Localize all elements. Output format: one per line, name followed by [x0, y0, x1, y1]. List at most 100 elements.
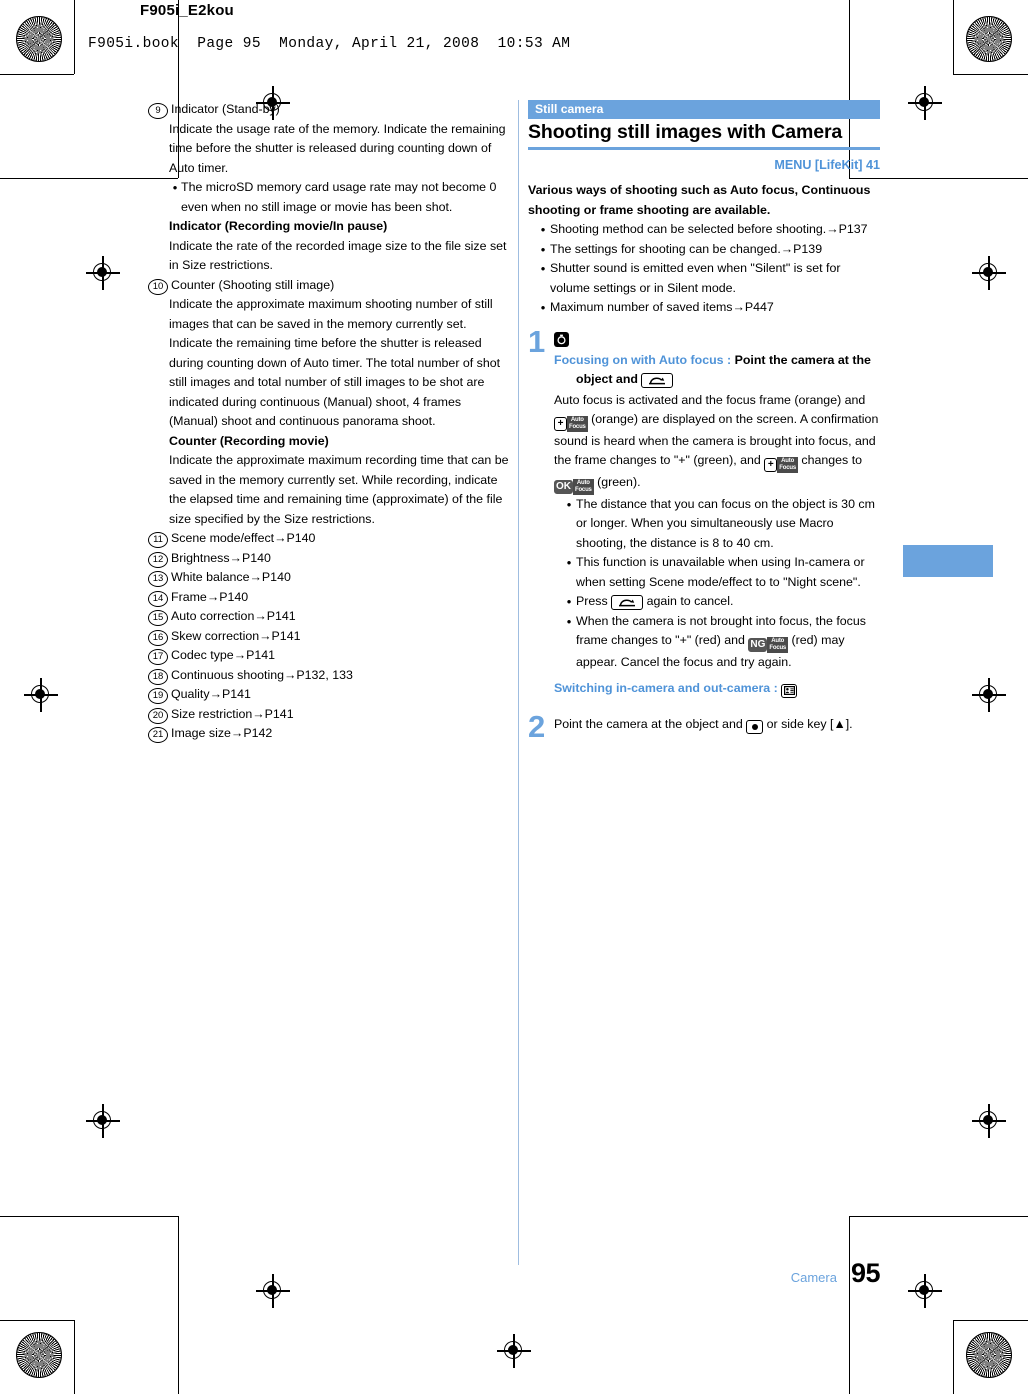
reference-item-text: Scene mode/effect→P140 [171, 529, 510, 549]
section-tag-bar: Still camera [528, 100, 880, 119]
reference-item-text: Continuous shooting→P132, 133 [171, 666, 510, 686]
reference-list: 11 Scene mode/effect→P140 12 Brightness→P14… [148, 529, 510, 744]
item-number-badge: 19 [148, 688, 168, 704]
step-number: 1 [528, 323, 546, 359]
reference-item-label: Scene mode/effect [171, 531, 275, 545]
reference-item: 19 Quality→P141 [148, 685, 510, 705]
switch-camera-label: Switching in-camera and out-camera : [554, 681, 778, 696]
item-number-badge: 18 [148, 668, 168, 685]
af-top-label-3: Auto [576, 479, 590, 486]
af-bottom-label-4: Focus [769, 644, 787, 651]
reference-item-page: P141 [264, 706, 294, 721]
page-content: 9 Indicator (Stand-by) Indicate the usag… [0, 0, 1028, 1394]
auto-focus-stack-3: Auto Focus [573, 478, 594, 495]
bullet-dot-icon: • [566, 613, 572, 629]
reference-item-page: P140 [261, 570, 291, 584]
bullet-text: Maximum number of saved items→P447 [550, 300, 774, 314]
step-body: Point the camera at the object and or si… [554, 713, 880, 735]
item-number-badge: 20 [148, 707, 168, 724]
section-tag-label: Still camera [528, 100, 611, 119]
reference-item-label: Continuous shooting [171, 667, 284, 682]
lead-paragraph: Various ways of shooting such as Auto fo… [528, 183, 871, 217]
list-item: 10 Counter (Shooting still image) [148, 276, 510, 296]
af-bottom-label-3: Focus [575, 486, 592, 493]
auto-focus-stack-4: Auto Focus [767, 636, 789, 653]
reference-item: 13 White balance→P140 [148, 568, 510, 588]
ok-key-label: OK [554, 479, 573, 494]
reference-item: 18 Continuous shooting→P132, 133 [148, 666, 510, 686]
bullet-text: Press again to cancel. [576, 592, 880, 612]
item-number-badge: 11 [148, 532, 168, 548]
bullet-dot-icon: • [540, 261, 546, 276]
bullet-dot-icon: • [566, 496, 572, 512]
bullet-text: Shooting method can be selected before s… [550, 222, 868, 236]
lead-bullet: • Shutter sound is emitted even when "Sil… [536, 259, 880, 298]
reference-item-text: White balance→P140 [171, 568, 510, 588]
item-number-badge: 12 [148, 551, 168, 568]
section-rule [528, 146, 880, 150]
page-title: Shooting still images with Camera [528, 121, 843, 143]
bullet-text: This function is unavailable when using … [576, 555, 865, 589]
item-number-badge: 16 [148, 629, 168, 646]
item-subparagraph: Indicate the rate of the recorded image … [169, 238, 507, 273]
reference-item-text: Codec type→P141 [171, 646, 510, 666]
select-key-dot [751, 723, 758, 730]
af-bottom-label: Focus [569, 423, 586, 430]
footer-chapter-label: Camera [790, 1270, 837, 1285]
item-bullet: • The microSD memory card usage rate may… [169, 178, 510, 217]
lead-bullet: • The settings for shooting can be change… [536, 240, 880, 260]
step-1-icon-row [554, 330, 880, 348]
reference-item-page: P141 [271, 628, 301, 643]
reference-item-text: Skew correction→P141 [171, 627, 510, 647]
bullet-dot-icon: • [566, 594, 572, 610]
step-1-body-d: (green). [597, 474, 641, 489]
column-divider [518, 100, 519, 1265]
auto-focus-ok-icon: OK Auto Focus [554, 478, 594, 495]
switch-camera-icon [781, 683, 798, 698]
menu-path-label: MENU [LifeKit] 41 [774, 157, 880, 172]
reference-arrow-icon: → [206, 589, 220, 604]
reference-item-label: White balance [171, 570, 250, 584]
lead-bullet: • Shooting method can be selected before … [536, 220, 880, 240]
reference-item-text: Image size→P142 [171, 724, 510, 744]
step-1-heading: Focusing on with Auto focus : Point the … [554, 351, 880, 390]
af-bottom-label-2: Focus [779, 464, 796, 471]
reference-item-text: Frame→P140 [171, 588, 510, 608]
step-1-body-a: Auto focus is activated and the focus fr… [554, 392, 866, 407]
right-column: Still camera Shooting still images with … [528, 100, 880, 744]
af-top-label-2: Auto [781, 457, 795, 464]
reference-item-page: P141 [246, 648, 276, 662]
reference-arrow-icon: → [230, 726, 244, 740]
reference-item-label: Size restriction [171, 706, 253, 721]
reference-arrow-icon: → [233, 648, 247, 662]
reference-item-text: Auto correction→P141 [171, 607, 510, 627]
step-1-bullet-ng: • When the camera is not brought into fo… [562, 612, 880, 673]
item-number-badge: 10 [148, 278, 168, 295]
reference-item-page: P140 [219, 589, 249, 604]
item-number-badge: 21 [148, 727, 168, 743]
reference-item-label: Codec type [171, 648, 234, 662]
step-1-body-c: changes to [801, 453, 863, 468]
step-2-text-b: or side key [▲]. [766, 716, 853, 731]
ng-key-label: NG [748, 637, 768, 652]
page-footer: Camera 95 [528, 1258, 881, 1289]
reference-item: 17 Codec type→P141 [148, 646, 510, 666]
reference-item-text: Quality→P141 [171, 685, 510, 705]
reference-item-label: Frame [171, 589, 207, 604]
reference-item: 20 Size restriction→P141 [148, 705, 510, 725]
bullet-text: The settings for shooting can be changed… [550, 241, 823, 256]
bullet-dot-icon: • [566, 555, 572, 571]
reference-item-page: P141 [221, 687, 251, 701]
reference-item-label: Image size [171, 726, 231, 740]
lead-bullet-list: • Shooting method can be selected before … [528, 220, 880, 318]
left-column: 9 Indicator (Stand-by) Indicate the usag… [148, 100, 510, 744]
item-subtitle: Counter (Recording movie) [169, 433, 329, 448]
item-number-badge: 15 [148, 610, 168, 626]
step-number: 2 [528, 708, 546, 744]
reference-item: 16 Skew correction→P141 [148, 627, 510, 647]
item-subtitle: Indicator (Recording movie/In pause) [169, 219, 388, 233]
reference-item-label: Brightness [171, 550, 230, 565]
list-item: 9 Indicator (Stand-by) [148, 100, 510, 120]
reference-item: 11 Scene mode/effect→P140 [148, 529, 510, 549]
reference-item-page: P142 [243, 726, 273, 740]
